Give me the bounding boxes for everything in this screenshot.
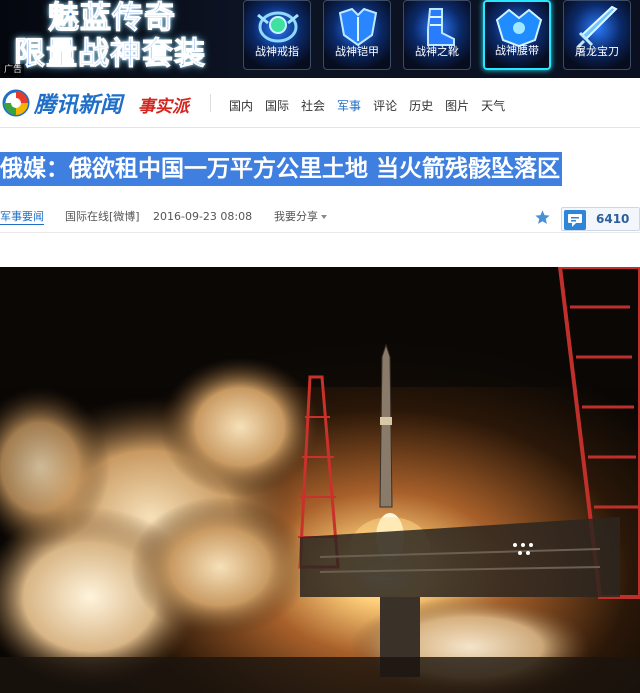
ad-banner[interactable]: 魅蓝传奇 限量战神套装 广告 战神戒指 战神铠甲 战神之靴 战神腰带 屠龙宝刀: [0, 0, 640, 78]
article-photo[interactable]: [0, 267, 640, 693]
ad-title-line2: 限量战神套装: [14, 36, 206, 73]
ad-title-line1: 魅蓝传奇: [48, 0, 176, 37]
logo-sub-brand[interactable]: 事实派: [138, 92, 189, 117]
ad-item-label: 战神铠甲: [335, 45, 379, 58]
ad-items: 战神戒指 战神铠甲 战神之靴 战神腰带 屠龙宝刀: [243, 0, 631, 70]
nav-link-international[interactable]: 国际: [265, 98, 289, 114]
share-label: 我要分享: [274, 210, 318, 223]
ad-item-boots[interactable]: 战神之靴: [403, 0, 471, 70]
nav-link-opinion[interactable]: 评论: [373, 98, 397, 114]
article-headline: 俄媒：俄欲租中国一万平方公里土地 当火箭残骸坠落区: [0, 152, 563, 186]
ad-item-label: 屠龙宝刀: [575, 45, 619, 58]
article-source[interactable]: 国际在线[微博]: [65, 210, 140, 224]
site-header: 腾讯新闻 事实派 国内 国际 社会 军事 评论 历史 图片 天气: [0, 78, 640, 128]
rocket-launch-image: [0, 267, 640, 693]
comment-icon: [564, 210, 586, 230]
nav-link-military[interactable]: 军事: [337, 98, 361, 114]
chevron-down-icon: [321, 215, 327, 219]
article-meta: 军事要闻 国际在线[微博] 2016-09-23 08:08 我要分享 6410: [0, 203, 640, 233]
ad-title: 魅蓝传奇 限量战神套装: [14, 0, 244, 73]
share-button[interactable]: 我要分享: [274, 210, 327, 224]
article-timestamp: 2016-09-23 08:08: [153, 210, 253, 223]
ad-item-label: 战神戒指: [255, 45, 299, 58]
ad-item-sword[interactable]: 屠龙宝刀: [563, 0, 631, 70]
ad-item-label: 战神之靴: [415, 45, 459, 58]
article-category-link[interactable]: 军事要闻: [0, 210, 44, 225]
comment-count: 6410: [596, 212, 630, 226]
nav-link-domestic[interactable]: 国内: [229, 98, 253, 114]
nav-link-society[interactable]: 社会: [301, 98, 325, 114]
nav-link-history[interactable]: 历史: [409, 98, 433, 114]
nav-links: 国内 国际 社会 军事 评论 历史 图片 天气: [229, 98, 517, 114]
nav-link-photos[interactable]: 图片: [445, 98, 469, 114]
ad-item-armor[interactable]: 战神铠甲: [323, 0, 391, 70]
nav-link-weather[interactable]: 天气: [481, 98, 505, 114]
ad-item-ring[interactable]: 战神戒指: [243, 0, 311, 70]
ad-item-label: 战神腰带: [495, 44, 539, 57]
logo-text: 腾讯新闻: [34, 92, 123, 117]
ad-tag: 广告: [2, 64, 25, 76]
ad-item-belt[interactable]: 战神腰带: [483, 0, 551, 70]
tencent-logo-icon: [2, 89, 30, 117]
comment-count-button[interactable]: 6410: [561, 207, 640, 231]
nav-divider: [210, 94, 211, 112]
favorite-star-icon[interactable]: [534, 209, 551, 226]
site-logo[interactable]: 腾讯新闻: [2, 87, 122, 119]
article-headline-wrap: 俄媒：俄欲租中国一万平方公里土地 当火箭残骸坠落区: [0, 152, 640, 186]
